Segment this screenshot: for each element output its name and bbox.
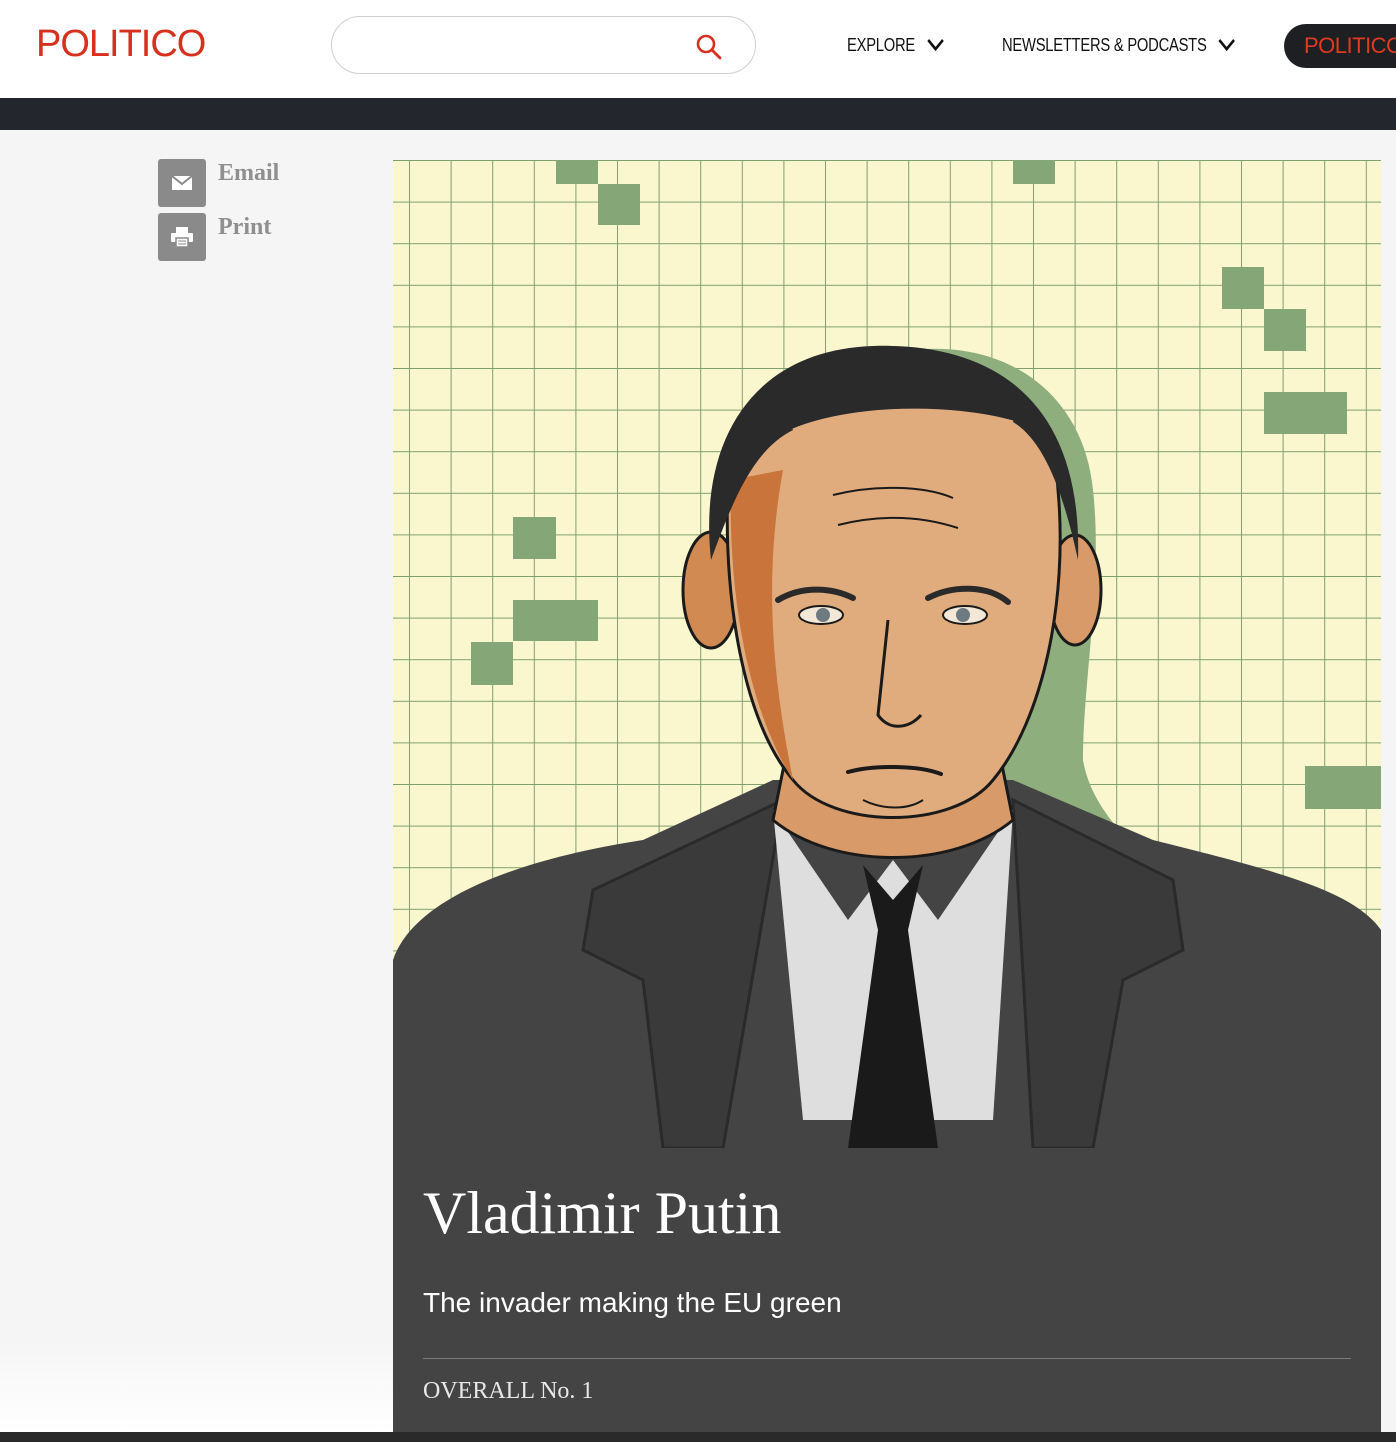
nav-newsletters-podcasts[interactable]: NEWSLETTERS & PODCASTS [1002, 30, 1236, 60]
email-label[interactable]: Email [218, 159, 279, 187]
site-header: POLITICO EXPLORE NEWSLETTERS & PODCASTS … [0, 0, 1396, 98]
chevron-down-icon [1218, 38, 1236, 52]
email-icon[interactable] [158, 159, 206, 207]
search-input[interactable] [352, 29, 686, 63]
portrait-illustration-svg [393, 160, 1381, 1148]
feature-subtitle: The invader making the EU green [423, 1287, 842, 1318]
feature-caption: Vladimir Putin The invader making the EU… [393, 1148, 1381, 1442]
nav-newsletters-label: NEWSLETTERS & PODCASTS [1002, 34, 1207, 55]
print-label[interactable]: Print [218, 213, 271, 241]
feature-name: Vladimir Putin [423, 1180, 782, 1246]
print-icon[interactable] [158, 213, 206, 261]
secondary-nav-bar [0, 98, 1396, 130]
search-box[interactable] [331, 16, 756, 74]
nav-explore-label: EXPLORE [847, 34, 916, 55]
search-icon[interactable] [695, 33, 723, 61]
politico-logo[interactable]: POLITICO [36, 22, 206, 66]
feature-rank: OVERALL No. 1 [423, 1378, 594, 1404]
chevron-down-icon [927, 38, 944, 52]
portrait-illustration [393, 160, 1381, 1148]
share-email[interactable]: Email [158, 159, 348, 207]
share-print[interactable]: Print [158, 213, 348, 261]
politico-pro-button[interactable]: POLITICO [1284, 24, 1396, 68]
nav-explore[interactable]: EXPLORE [847, 30, 945, 60]
bottom-strip [0, 1432, 1396, 1442]
caption-divider [423, 1358, 1351, 1359]
bottom-fade [0, 1340, 393, 1432]
